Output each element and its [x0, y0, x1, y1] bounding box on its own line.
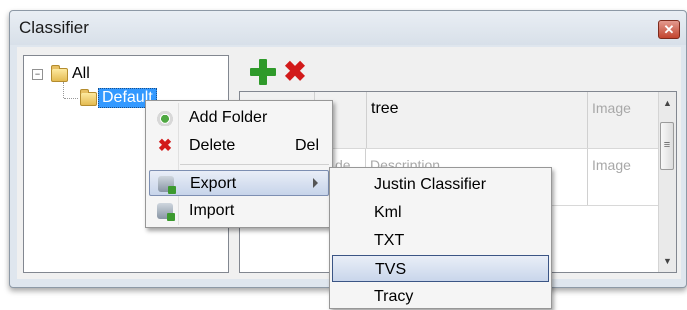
submenu-item-txt[interactable]: TXT	[332, 227, 549, 254]
submenu-label: Justin Classifier	[374, 176, 487, 193]
submenu-label: TVS	[375, 261, 407, 278]
folder-add-icon	[157, 110, 173, 126]
close-icon: ✕	[663, 22, 675, 37]
toolbar: ✖	[250, 57, 330, 89]
database-export-icon	[158, 176, 176, 194]
table-cell: tree	[366, 92, 588, 148]
database-import-icon	[157, 203, 175, 221]
tree-item-all[interactable]: All	[72, 65, 90, 83]
delete-icon: ✖	[157, 136, 173, 155]
vertical-scrollbar[interactable]: ▲ ≡ ▼	[658, 92, 676, 272]
submenu-item-tracy[interactable]: Tracy	[332, 283, 549, 310]
plus-icon[interactable]	[250, 59, 276, 85]
tree-line	[64, 98, 78, 99]
folder-icon	[51, 65, 68, 82]
shortcut-label: Del	[294, 137, 319, 154]
scroll-down-icon[interactable]: ▼	[662, 256, 673, 266]
scroll-thumb[interactable]: ≡	[660, 122, 674, 170]
collapse-toggle[interactable]: −	[32, 69, 43, 80]
scroll-up-icon[interactable]: ▲	[662, 98, 673, 108]
submenu-label: TXT	[374, 232, 405, 249]
menu-item-import[interactable]: Import	[149, 198, 329, 224]
window-title: Classifier	[19, 18, 89, 37]
table-cell: Image	[588, 149, 661, 205]
menu-label: Add Folder	[189, 109, 268, 126]
table-cell: Image	[588, 92, 661, 148]
export-submenu: Justin Classifier Kml TXT TVS Tracy	[329, 167, 552, 309]
menu-label: Import	[189, 202, 235, 219]
submenu-label: Tracy	[374, 288, 414, 305]
submenu-arrow-icon	[313, 178, 318, 188]
submenu-label: Kml	[374, 204, 402, 221]
context-menu: Add Folder ✖ Delete Del Export Import	[145, 100, 333, 228]
menu-item-add-folder[interactable]: Add Folder	[149, 105, 329, 131]
title-bar: Classifier ✕	[10, 11, 686, 45]
tree-line	[63, 82, 64, 98]
submenu-item-tvs[interactable]: TVS	[332, 255, 549, 282]
menu-label: Export	[190, 175, 237, 192]
submenu-item-justin-classifier[interactable]: Justin Classifier	[332, 171, 549, 198]
x-icon[interactable]: ✖	[282, 58, 308, 86]
folder-icon	[80, 89, 97, 106]
menu-item-delete[interactable]: ✖ Delete Del	[149, 133, 329, 159]
menu-item-export[interactable]: Export	[149, 170, 329, 196]
menu-separator	[180, 164, 329, 165]
close-button[interactable]: ✕	[658, 20, 680, 39]
menu-label: Delete	[189, 137, 236, 154]
submenu-item-kml[interactable]: Kml	[332, 199, 549, 226]
